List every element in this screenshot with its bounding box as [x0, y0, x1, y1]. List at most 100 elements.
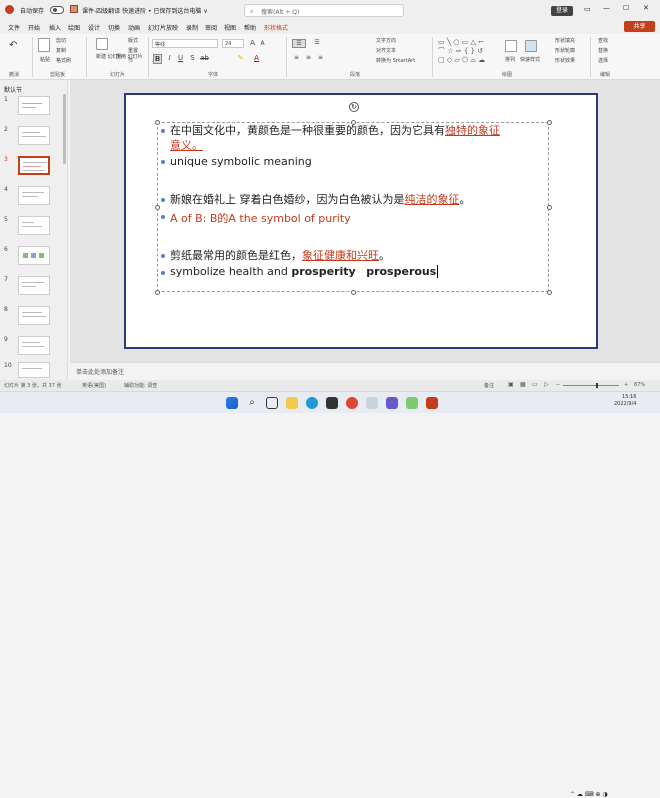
format-painter-button[interactable]: 格式刷 — [56, 57, 71, 64]
notes-button[interactable]: 备注 — [484, 382, 494, 389]
system-tray-icons[interactable]: ⌃ ☁ ⌨ ⊕ ◑ — [570, 791, 608, 798]
slide-thumbnail-7[interactable] — [18, 276, 50, 295]
save-icon[interactable] — [70, 5, 78, 13]
section-button[interactable]: 节 — [128, 57, 133, 64]
resize-handle[interactable] — [155, 290, 160, 295]
clock[interactable]: 15:16 2022/9/4 — [614, 394, 636, 408]
slide-line-6[interactable]: symbolize health and prosperity prospero… — [170, 265, 439, 278]
slide-line-4[interactable]: A of B: B的A the symbol of purity — [170, 210, 351, 226]
layout-button[interactable]: 版式 — [128, 37, 138, 44]
quick-styles-button[interactable]: 快速样式 — [520, 56, 540, 63]
search-input[interactable]: ⌕ 搜索(Alt + Q) — [244, 4, 404, 17]
shape-fill-button[interactable]: 形状填充 — [555, 37, 575, 44]
cut-button[interactable]: 剪切 — [56, 37, 66, 44]
windows-start-icon[interactable] — [226, 397, 238, 409]
slide-thumbnail-2[interactable] — [18, 126, 50, 145]
tab-view[interactable]: 视图 — [224, 23, 236, 32]
resize-handle[interactable] — [547, 290, 552, 295]
copy-button[interactable]: 复制 — [56, 47, 66, 54]
arrange-button[interactable]: 排列 — [505, 56, 515, 63]
autosave-toggle[interactable] — [50, 6, 64, 14]
slide-thumbnail-3[interactable] — [18, 156, 50, 175]
shapes-gallery[interactable]: ▭ ╲ ○ ▭ △ ⌐ ⌒ ☆ ⇨ { } ↺ ▢ ◇ ▱ ⬠ ⌓ ☁ — [438, 38, 496, 66]
minimize-icon[interactable]: — — [603, 4, 610, 12]
bullets-icon[interactable]: ☰ — [292, 39, 306, 48]
slide-sorter-icon[interactable]: ▦ — [520, 381, 526, 388]
tab-record[interactable]: 录制 — [186, 23, 198, 32]
normal-view-icon[interactable]: ▣ — [508, 381, 514, 388]
quick-styles-icon[interactable] — [525, 40, 537, 52]
search-icon[interactable]: ⌕ — [246, 397, 258, 409]
ribbon-display-icon[interactable]: ▭ — [584, 5, 591, 13]
find-button[interactable]: 查找 — [598, 37, 608, 44]
font-size-select[interactable]: 24 — [222, 39, 244, 48]
grow-font-icon[interactable]: A — [248, 39, 257, 47]
file-explorer-icon[interactable] — [286, 397, 298, 409]
thumbnails-scrollbar[interactable] — [63, 94, 66, 164]
undo-icon[interactable]: ↶ — [9, 40, 17, 51]
tab-insert[interactable]: 插入 — [49, 23, 61, 32]
zoom-slider[interactable] — [563, 385, 619, 386]
powerpoint-icon[interactable] — [426, 397, 438, 409]
zoom-out-icon[interactable]: − — [556, 382, 560, 388]
tab-shape-format[interactable]: 形状格式 — [264, 23, 288, 32]
resize-handle[interactable] — [547, 205, 552, 210]
new-slide-icon[interactable] — [96, 38, 108, 50]
align-right-icon[interactable]: ≡ — [316, 54, 325, 61]
zoom-in-icon[interactable]: + — [624, 382, 628, 388]
slideshow-icon[interactable]: ▷ — [544, 381, 549, 388]
zoom-level[interactable]: 87% — [634, 382, 645, 388]
italic-icon[interactable]: I — [165, 54, 174, 62]
highlight-icon[interactable]: ✎ — [236, 54, 245, 62]
tab-file[interactable]: 文件 — [8, 23, 20, 32]
tab-review[interactable]: 审阅 — [205, 23, 217, 32]
align-center-icon[interactable]: ≡ — [304, 54, 313, 61]
shape-effects-button[interactable]: 形状效果 — [555, 57, 575, 64]
tab-draw[interactable]: 绘图 — [68, 23, 80, 32]
task-view-icon[interactable] — [266, 397, 278, 409]
app-icon[interactable] — [386, 397, 398, 409]
font-name-select[interactable]: 等线 — [152, 39, 218, 48]
resize-handle[interactable] — [351, 290, 356, 295]
paste-button[interactable]: 粘贴 — [40, 56, 50, 63]
resize-handle[interactable] — [547, 120, 552, 125]
slide-thumbnail-8[interactable] — [18, 306, 50, 325]
slide-line-3[interactable]: 新娘在婚礼上 穿着白色婚纱，因为白色被认为是纯洁的象征。 — [170, 191, 471, 207]
align-left-icon[interactable]: ≡ — [292, 54, 301, 61]
bold-icon[interactable]: B — [153, 54, 162, 64]
text-direction-button[interactable]: 文字方向 — [376, 37, 396, 44]
reset-button[interactable]: 重置 — [128, 47, 138, 54]
underline-icon[interactable]: U — [176, 54, 185, 62]
tab-transitions[interactable]: 切换 — [108, 23, 120, 32]
notes-pane[interactable]: 单击此处添加备注 — [70, 362, 660, 380]
tab-slideshow[interactable]: 幻灯片放映 — [148, 23, 178, 32]
edge-icon[interactable] — [306, 397, 318, 409]
app-icon[interactable] — [406, 397, 418, 409]
tab-help[interactable]: 帮助 — [244, 23, 256, 32]
slide-line-1[interactable]: 在中国文化中，黄颜色是一种很重要的颜色，因为它具有独特的象征 — [170, 122, 500, 138]
paste-icon[interactable] — [38, 38, 50, 52]
shape-outline-button[interactable]: 形状轮廓 — [555, 47, 575, 54]
numbering-icon[interactable]: ☰ — [310, 39, 324, 46]
app-icon[interactable] — [366, 397, 378, 409]
arrange-icon[interactable] — [505, 40, 517, 52]
slide-line-2[interactable]: unique symbolic meaning — [170, 155, 312, 168]
section-label[interactable]: 默认节 — [4, 85, 22, 94]
document-title[interactable]: 课件-四级翻译 快速进阶 • 已保存到这台电脑 ∨ — [82, 6, 208, 15]
slide-thumbnail-1[interactable] — [18, 96, 50, 115]
strikethrough-icon[interactable]: ab — [200, 54, 209, 62]
share-button[interactable]: 共享 — [624, 21, 655, 32]
slide-thumbnail-6[interactable] — [18, 246, 50, 265]
tab-design[interactable]: 设计 — [88, 23, 100, 32]
slide-thumbnail-9[interactable] — [18, 336, 50, 355]
maximize-icon[interactable]: ☐ — [623, 4, 629, 12]
login-button[interactable]: 登录 — [551, 6, 573, 16]
accessibility-status[interactable]: 辅助功能: 调查 — [124, 382, 157, 389]
slide-line-1-cont[interactable]: 意义。 — [170, 137, 203, 153]
slide-line-5[interactable]: 剪纸最常用的颜色是红色，象征健康和兴旺。 — [170, 247, 390, 263]
font-color-icon[interactable]: A — [252, 54, 261, 62]
slide-thumbnail-5[interactable] — [18, 216, 50, 235]
store-icon[interactable] — [326, 397, 338, 409]
slide-thumbnail-10[interactable] — [18, 362, 50, 378]
tab-animations[interactable]: 动画 — [128, 23, 140, 32]
